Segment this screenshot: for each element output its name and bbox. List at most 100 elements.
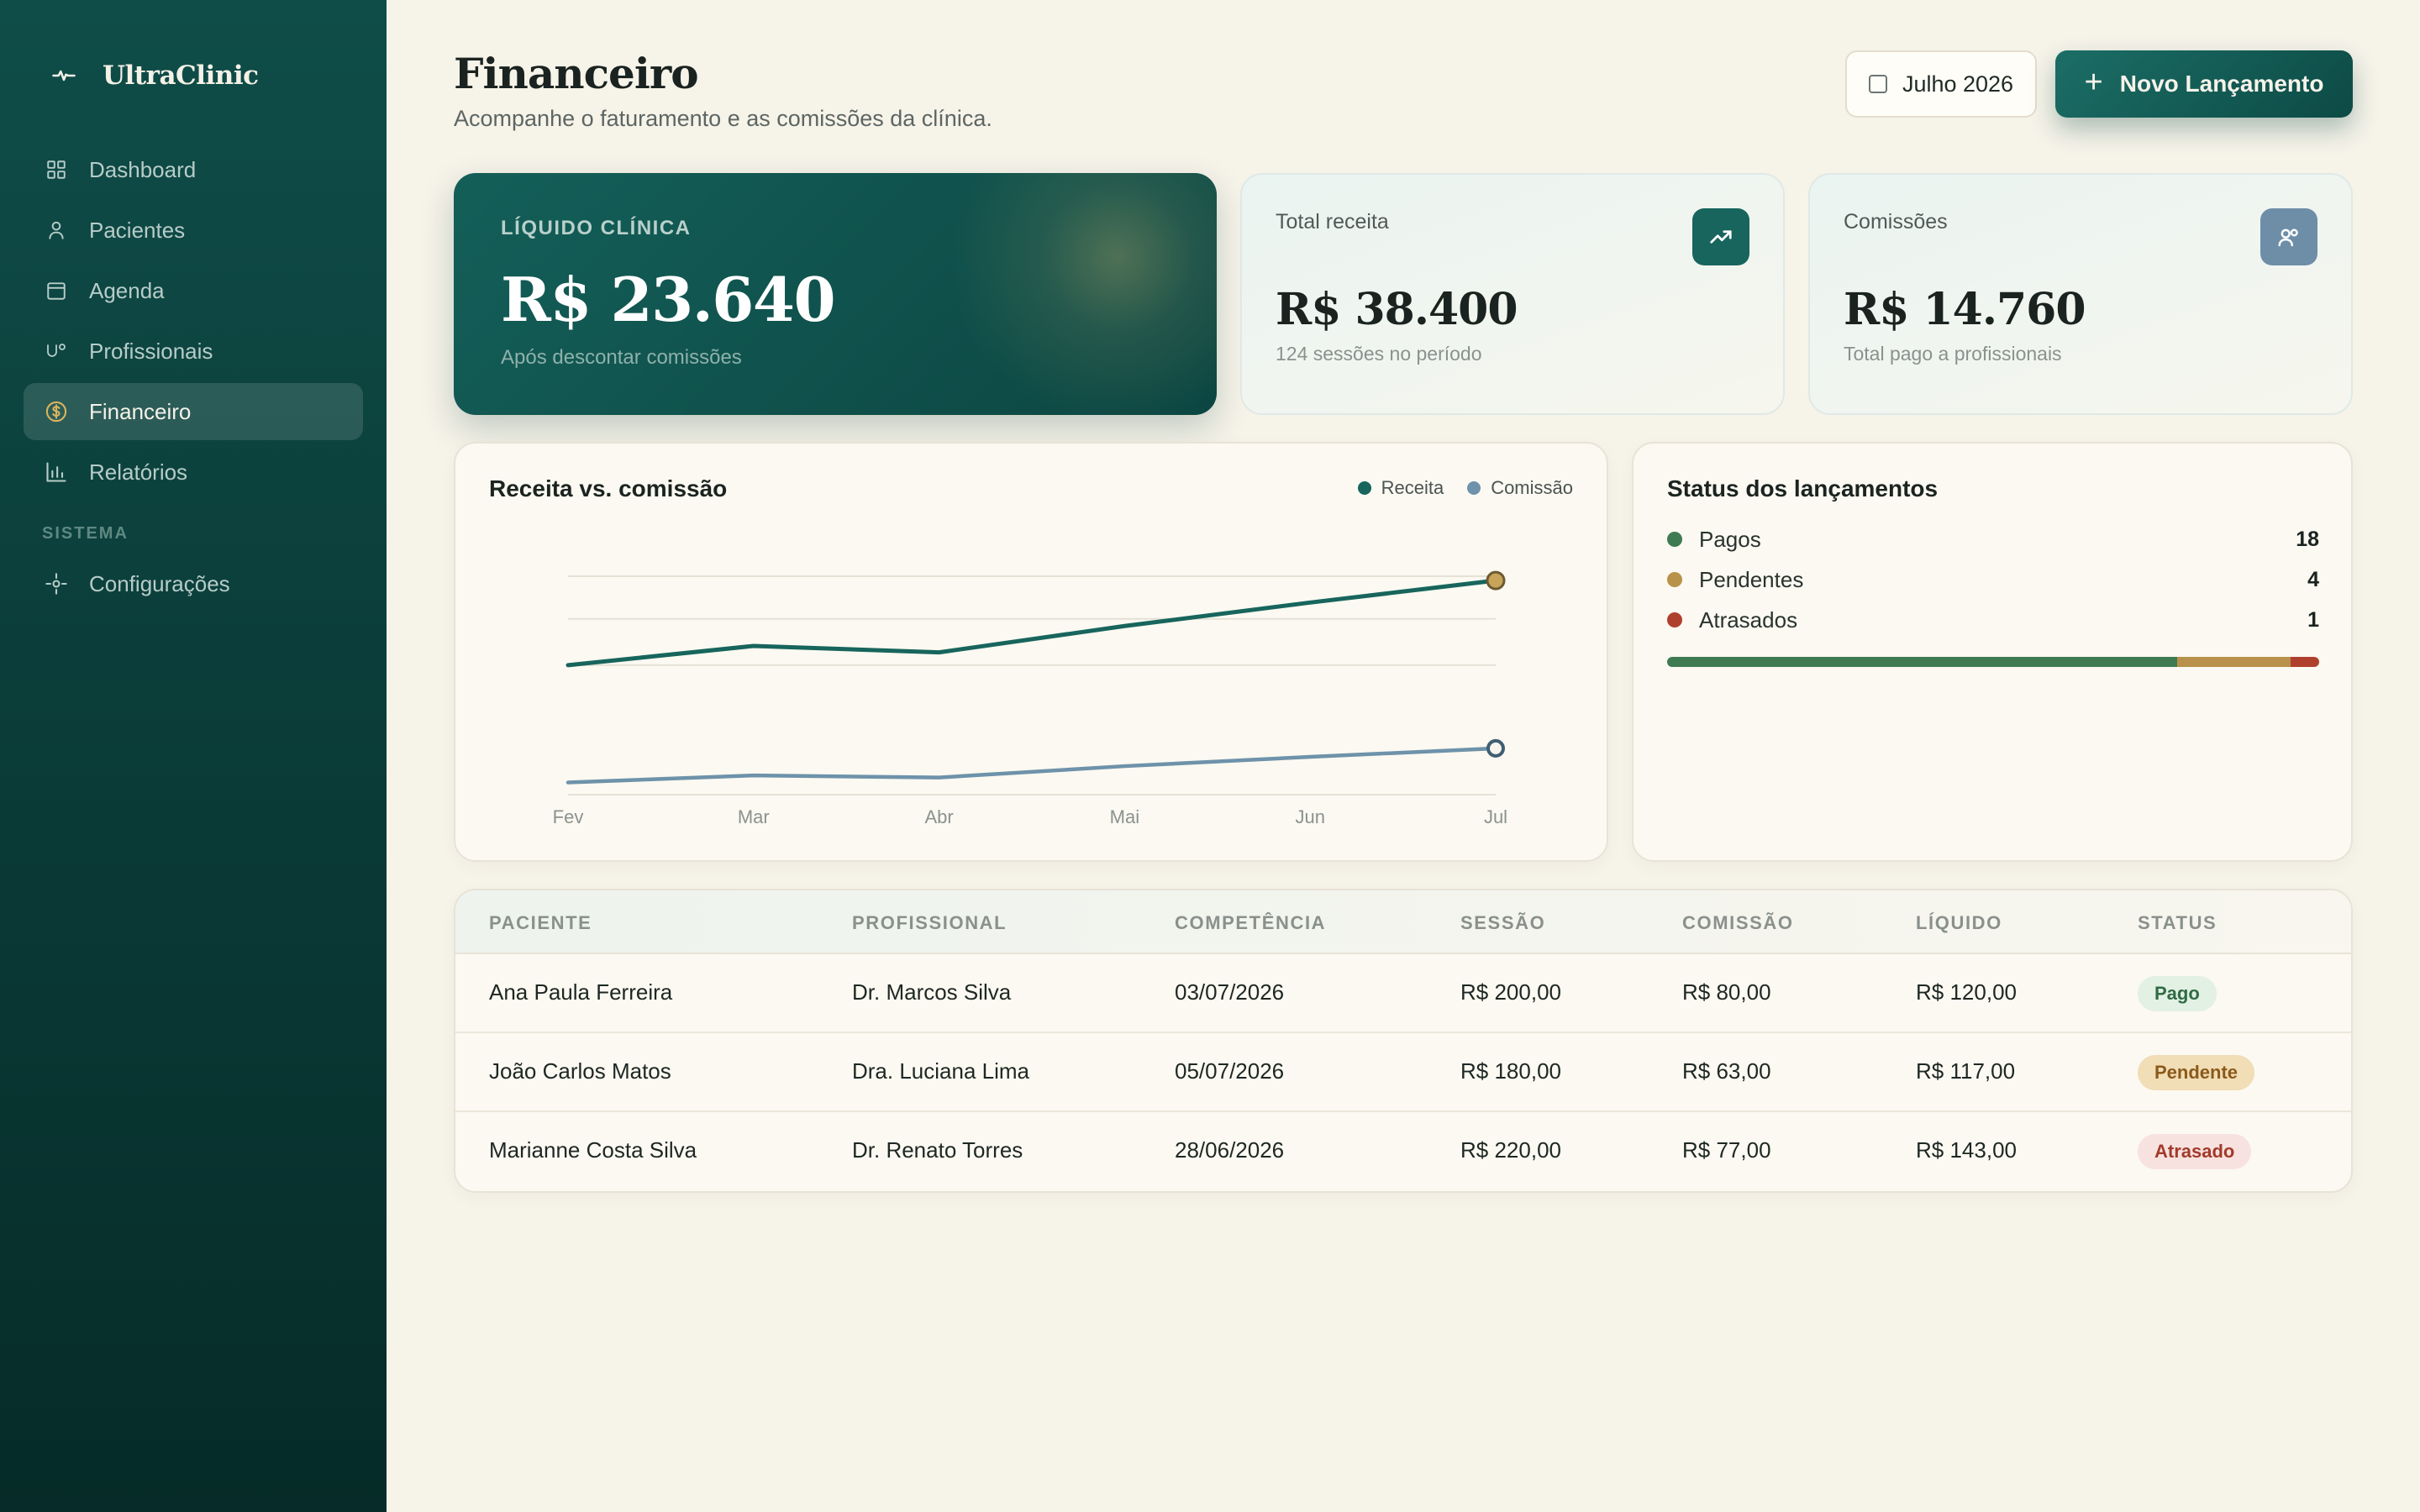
user-icon (44, 218, 69, 243)
cell-net: R$ 143,00 (1916, 1137, 2017, 1163)
data-point-comissao (1486, 738, 1505, 758)
status-label: Pendentes (1699, 566, 1804, 592)
column-header-competencia[interactable]: COMPETÊNCIA (1175, 912, 1326, 934)
checkbox-icon (1868, 75, 1887, 93)
cell-professional: Dr. Renato Torres (852, 1137, 1023, 1163)
x-tick-label: Abr (924, 806, 953, 827)
x-tick-label: Mai (1110, 806, 1139, 827)
brand[interactable]: UltraClinic (47, 55, 259, 96)
status-badge: Atrasado (2138, 1134, 2252, 1169)
cell-session: R$ 180,00 (1460, 1058, 1561, 1084)
revenue-chart-panel: Receita vs. comissão Receita Comissão Fe… (454, 442, 1608, 862)
cell-date: 03/07/2026 (1175, 979, 1285, 1005)
status-row-atrasados: Atrasados 1 (1667, 605, 2319, 635)
cell-commission: R$ 77,00 (1682, 1137, 1771, 1163)
entries-table: PACIENTE PROFISSIONAL COMPETÊNCIA SESSÃO… (454, 889, 2353, 1193)
page-title: Financeiro (454, 49, 699, 98)
column-header-liquido[interactable]: LÍQUIDO (1916, 912, 2002, 934)
plus-icon: + (2084, 65, 2103, 100)
total-revenue-value: R$ 38.400 (1276, 284, 1518, 335)
column-header-paciente[interactable]: PACIENTE (489, 912, 592, 934)
cell-patient: João Carlos Matos (489, 1058, 671, 1084)
cell-professional: Dr. Marcos Silva (852, 979, 1012, 1005)
sidebar-item-label: Agenda (89, 277, 165, 303)
status-count: 4 (2307, 567, 2319, 591)
sidebar: UltraClinic Dashboard Pacientes Agenda P… (0, 0, 387, 1512)
data-point-receita (1486, 570, 1506, 591)
new-entry-button[interactable]: + Novo Lançamento (2055, 50, 2353, 118)
status-dot (1667, 572, 1682, 587)
total-revenue-label: Total receita (1276, 210, 1389, 234)
sidebar-item-label: Configurações (89, 570, 230, 596)
sidebar-item-label: Dashboard (89, 156, 197, 182)
users-icon (2260, 208, 2317, 265)
sidebar-item-configuracoes[interactable]: Configurações (24, 555, 363, 612)
sidebar-item-pacientes[interactable]: Pacientes (24, 202, 363, 259)
professionals-icon (44, 339, 69, 364)
status-bar-segment (2291, 657, 2319, 667)
net-clinic-card: LÍQUIDO CLÍNICA R$ 23.640 Após descontar… (454, 173, 1217, 415)
table-header: PACIENTE PROFISSIONAL COMPETÊNCIA SESSÃO… (455, 890, 2351, 954)
status-row-pagos: Pagos 18 (1667, 524, 2319, 554)
dollar-icon (44, 399, 69, 424)
net-clinic-note: Após descontar comissões (501, 346, 742, 369)
sidebar-item-financeiro[interactable]: Financeiro (24, 383, 363, 440)
status-bar-segment (1667, 657, 2178, 667)
page-subtitle: Acompanhe o faturamento e as comissões d… (454, 106, 992, 131)
cell-professional: Dra. Luciana Lima (852, 1058, 1029, 1084)
column-header-sessao[interactable]: SESSÃO (1460, 912, 1545, 934)
sidebar-item-dashboard[interactable]: Dashboard (24, 141, 363, 198)
cell-net: R$ 117,00 (1916, 1058, 2016, 1084)
series-line-receita (566, 578, 1498, 668)
cell-commission: R$ 80,00 (1682, 979, 1771, 1005)
table-row[interactable]: João Carlos Matos Dra. Luciana Lima 05/0… (455, 1033, 2351, 1112)
brand-name: UltraClinic (103, 60, 259, 91)
sidebar-section-label: SISTEMA (42, 524, 129, 543)
status-count: 1 (2307, 607, 2319, 632)
pulse-icon (47, 59, 81, 92)
column-header-comissao[interactable]: COMISSÃO (1682, 912, 1794, 934)
column-header-status[interactable]: STATUS (2138, 912, 2217, 934)
new-entry-label: Novo Lançamento (2119, 71, 2324, 97)
x-tick-label: Mar (738, 806, 770, 827)
month-selector-button[interactable]: Julho 2026 (1845, 50, 2037, 118)
commissions-card: Comissões R$ 14.760 Total pago a profiss… (1808, 173, 2353, 415)
x-tick-label: Fev (553, 806, 584, 827)
cell-commission: R$ 63,00 (1682, 1058, 1771, 1084)
status-bar-segment (2177, 657, 2291, 667)
status-badge: Pendente (2138, 1055, 2255, 1090)
cell-session: R$ 220,00 (1460, 1137, 1561, 1163)
commissions-note: Total pago a profissionais (1844, 343, 2062, 365)
status-progress-bar (1667, 657, 2319, 667)
sidebar-item-label: Profissionais (89, 338, 213, 364)
table-row[interactable]: Ana Paula Ferreira Dr. Marcos Silva 03/0… (455, 954, 2351, 1033)
grid-icon (44, 157, 69, 182)
sidebar-item-profissionais[interactable]: Profissionais (24, 323, 363, 380)
sidebar-item-label: Pacientes (89, 217, 186, 243)
status-label: Atrasados (1699, 606, 1798, 633)
column-header-profissional[interactable]: PROFISSIONAL (852, 912, 1007, 934)
sidebar-item-agenda[interactable]: Agenda (24, 262, 363, 319)
sidebar-item-label: Financeiro (89, 398, 192, 424)
trending-up-icon (1692, 208, 1749, 265)
month-label: Julho 2026 (1902, 71, 2014, 97)
sidebar-item-relatorios[interactable]: Relatórios (24, 444, 363, 501)
x-tick-label: Jul (1484, 806, 1507, 827)
total-revenue-card: Total receita R$ 38.400 124 sessões no p… (1240, 173, 1785, 415)
status-badge: Pago (2138, 976, 2217, 1011)
sidebar-item-label: Relatórios (89, 459, 188, 485)
status-count: 18 (2296, 527, 2319, 551)
line-chart: Fev Mar Abr Mai Jun Jul (553, 570, 1507, 827)
table-row[interactable]: Marianne Costa Silva Dr. Renato Torres 2… (455, 1112, 2351, 1191)
cell-date: 05/07/2026 (1175, 1058, 1285, 1084)
x-tick-label: Jun (1295, 806, 1324, 827)
status-title: Status dos lançamentos (1667, 475, 1939, 501)
cell-patient: Ana Paula Ferreira (489, 979, 673, 1005)
calendar-icon (44, 278, 69, 303)
series-line-comissao (566, 746, 1498, 785)
gear-icon (44, 571, 69, 596)
cell-net: R$ 120,00 (1916, 979, 2017, 1005)
status-dot (1667, 532, 1682, 547)
sidebar-nav: Dashboard Pacientes Agenda Profissionais… (24, 141, 363, 616)
status-panel: Status dos lançamentos Pagos 18 Pendente… (1632, 442, 2353, 862)
